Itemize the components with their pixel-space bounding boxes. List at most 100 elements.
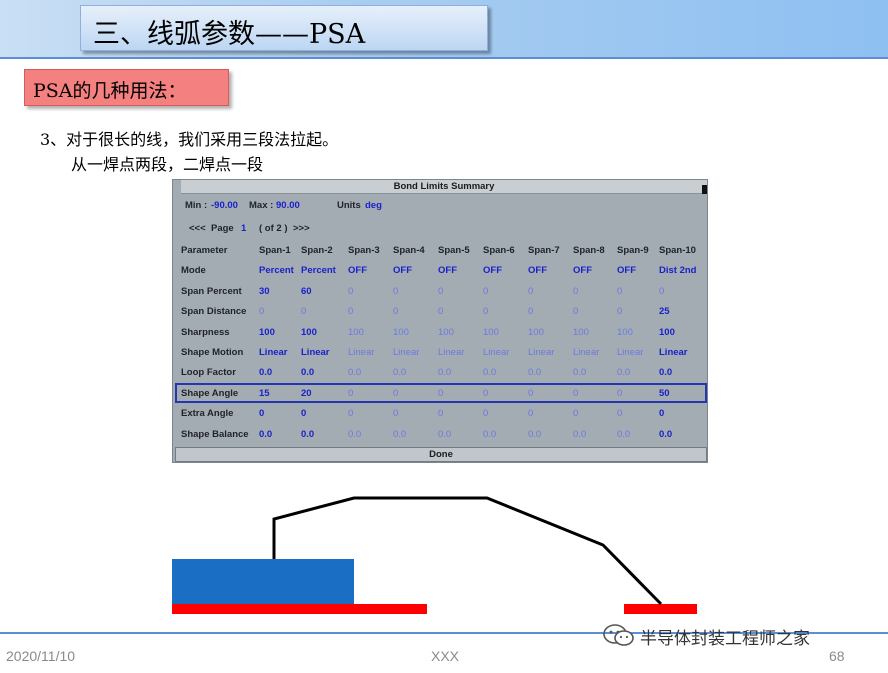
param-value[interactable]: 100 bbox=[617, 327, 633, 338]
param-value[interactable]: 100 bbox=[348, 327, 364, 338]
param-value[interactable]: OFF bbox=[483, 265, 502, 276]
param-label: Mode bbox=[181, 265, 206, 277]
param-value[interactable]: 0.0 bbox=[573, 429, 586, 440]
param-value[interactable]: Percent bbox=[301, 265, 336, 276]
param-value[interactable]: OFF bbox=[617, 265, 636, 276]
param-value[interactable]: 100 bbox=[259, 327, 275, 338]
wire-loop-diagram bbox=[172, 496, 697, 614]
param-value[interactable]: 0 bbox=[348, 286, 353, 297]
panel-title: Bond Limits Summary bbox=[181, 180, 707, 194]
param-value[interactable]: 100 bbox=[659, 327, 675, 338]
param-value[interactable]: Linear bbox=[483, 347, 509, 358]
param-value[interactable]: Linear bbox=[348, 347, 374, 358]
pagination-row: <<< Page 1 ( of 2 ) >>> bbox=[173, 220, 709, 240]
param-value[interactable]: Linear bbox=[438, 347, 464, 358]
param-value[interactable]: 30 bbox=[259, 286, 270, 297]
param-value[interactable]: 0 bbox=[259, 306, 264, 317]
param-value[interactable]: 100 bbox=[573, 327, 589, 338]
param-value[interactable]: 0.0 bbox=[348, 429, 361, 440]
param-value[interactable]: 0.0 bbox=[528, 429, 541, 440]
param-value[interactable]: 0 bbox=[301, 306, 306, 317]
param-value[interactable]: Linear bbox=[259, 347, 288, 358]
param-value[interactable]: 0 bbox=[483, 408, 488, 419]
param-value[interactable]: 0 bbox=[617, 286, 622, 297]
param-value[interactable]: 0.0 bbox=[259, 429, 272, 440]
page-prev-button[interactable]: <<< bbox=[189, 223, 206, 234]
param-value[interactable]: Linear bbox=[573, 347, 599, 358]
param-value[interactable]: 0.0 bbox=[483, 429, 496, 440]
param-value[interactable]: Linear bbox=[393, 347, 419, 358]
param-row[interactable]: Extra Angle 0 0 0 0 0 0 0 0 0 0 bbox=[173, 405, 709, 425]
param-value[interactable]: 25 bbox=[659, 306, 670, 317]
param-value[interactable]: 0.0 bbox=[617, 429, 630, 440]
param-value[interactable]: 0 bbox=[393, 306, 398, 317]
param-value[interactable]: OFF bbox=[393, 265, 412, 276]
param-value[interactable]: 0 bbox=[483, 306, 488, 317]
param-value[interactable]: 0.0 bbox=[301, 367, 314, 378]
param-value[interactable]: 0 bbox=[573, 286, 578, 297]
param-value[interactable]: 0.0 bbox=[659, 367, 672, 378]
param-value[interactable]: 0 bbox=[659, 286, 664, 297]
param-value[interactable]: 0 bbox=[348, 306, 353, 317]
param-value[interactable]: 0 bbox=[348, 408, 353, 419]
param-value[interactable]: 0.0 bbox=[438, 429, 451, 440]
param-value[interactable]: 0.0 bbox=[393, 367, 406, 378]
title-box: 三、线弧参数——PSA bbox=[80, 5, 488, 51]
limits-row: Min : -90.00 Max : 90.00 Units deg bbox=[173, 197, 709, 217]
param-row[interactable]: Span Percent 30 60 0 0 0 0 0 0 0 0 bbox=[173, 283, 709, 303]
param-value[interactable]: Linear bbox=[528, 347, 554, 358]
param-value[interactable]: Percent bbox=[259, 265, 294, 276]
param-row[interactable]: Sharpness 100 100 100 100 100 100 100 100 100 100 bbox=[173, 324, 709, 344]
param-value[interactable]: 0 bbox=[617, 408, 622, 419]
param-value[interactable]: 0.0 bbox=[393, 429, 406, 440]
param-value[interactable]: 0 bbox=[659, 408, 664, 419]
param-value[interactable]: 100 bbox=[528, 327, 544, 338]
done-button[interactable]: Done bbox=[175, 447, 707, 462]
param-value[interactable]: OFF bbox=[528, 265, 547, 276]
param-value[interactable]: Dist 2nd bbox=[659, 265, 696, 276]
param-value[interactable]: 0 bbox=[438, 408, 443, 419]
param-value[interactable]: 0 bbox=[393, 408, 398, 419]
param-value[interactable]: 0 bbox=[483, 286, 488, 297]
param-value[interactable]: OFF bbox=[348, 265, 367, 276]
param-value[interactable]: 0 bbox=[393, 286, 398, 297]
param-value[interactable]: 0.0 bbox=[573, 367, 586, 378]
param-value[interactable]: OFF bbox=[573, 265, 592, 276]
param-value[interactable]: 0 bbox=[259, 408, 264, 419]
param-value[interactable]: Linear bbox=[659, 347, 688, 358]
param-value[interactable]: 0 bbox=[528, 286, 533, 297]
param-row[interactable]: Mode Percent Percent OFF OFF OFF OFF OFF OFF OFF D… bbox=[173, 262, 709, 282]
param-value[interactable]: 0 bbox=[438, 306, 443, 317]
param-value[interactable]: 0.0 bbox=[659, 429, 672, 440]
param-value[interactable]: 60 bbox=[301, 286, 312, 297]
param-value[interactable]: Linear bbox=[617, 347, 643, 358]
param-value[interactable]: 0.0 bbox=[348, 367, 361, 378]
param-value[interactable]: 0.0 bbox=[438, 367, 451, 378]
param-value[interactable]: OFF bbox=[438, 265, 457, 276]
param-row[interactable]: Span Distance 0 0 0 0 0 0 0 0 0 25 bbox=[173, 303, 709, 323]
column-header: Span-4 bbox=[393, 245, 425, 256]
param-value[interactable]: 100 bbox=[393, 327, 409, 338]
param-value[interactable]: 0 bbox=[573, 408, 578, 419]
param-value[interactable]: 0 bbox=[528, 408, 533, 419]
param-value[interactable]: 100 bbox=[483, 327, 499, 338]
param-value[interactable]: 0.0 bbox=[259, 367, 272, 378]
param-value[interactable]: 0.0 bbox=[528, 367, 541, 378]
param-row[interactable]: Shape Motion Linear Linear Linear Linear Line… bbox=[173, 344, 709, 364]
param-value[interactable]: 0 bbox=[573, 306, 578, 317]
param-value[interactable]: 100 bbox=[301, 327, 317, 338]
param-row[interactable]: Loop Factor 0.0 0.0 0.0 0.0 0.0 0.0 0.0 0.0 0.0 0.… bbox=[173, 364, 709, 384]
param-value[interactable]: 0 bbox=[438, 286, 443, 297]
param-value[interactable]: 0 bbox=[301, 408, 306, 419]
param-value[interactable]: 0.0 bbox=[617, 367, 630, 378]
param-value[interactable]: 0 bbox=[528, 306, 533, 317]
param-value[interactable]: Linear bbox=[301, 347, 330, 358]
wechat-icon bbox=[603, 624, 634, 646]
param-row[interactable]: Shape Balance 0.0 0.0 0.0 0.0 0.0 0.0 0.0 0.0 0.0… bbox=[173, 426, 709, 446]
max-label: Max : bbox=[249, 200, 274, 211]
param-value[interactable]: 0 bbox=[617, 306, 622, 317]
param-value[interactable]: 0.0 bbox=[483, 367, 496, 378]
param-value[interactable]: 0.0 bbox=[301, 429, 314, 440]
page-next-button[interactable]: >>> bbox=[293, 223, 310, 234]
param-value[interactable]: 100 bbox=[438, 327, 454, 338]
